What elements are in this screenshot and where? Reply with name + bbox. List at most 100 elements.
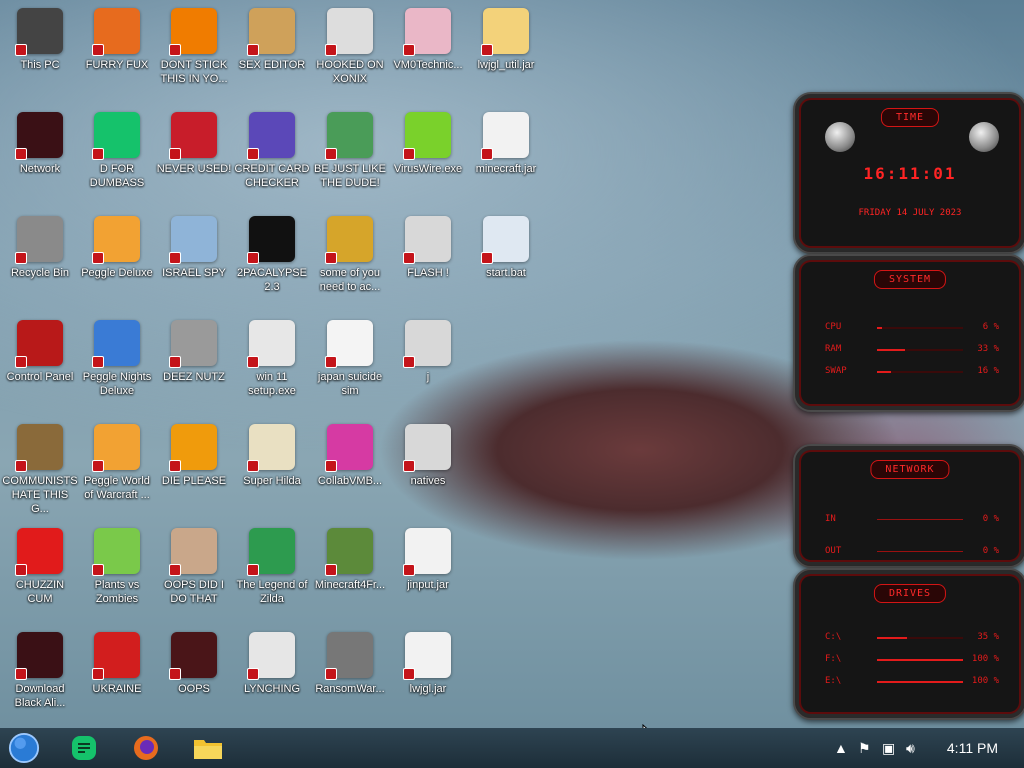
desktop-icon-label: ISRAEL SPY — [162, 267, 226, 279]
desktop-icon-label: Download Black Ali... — [14, 683, 66, 709]
traffic-graph-line — [877, 551, 963, 552]
taskbar-clock[interactable]: 4:11 PM — [947, 740, 998, 756]
app-icon — [247, 632, 295, 680]
start-button[interactable] — [8, 732, 40, 764]
desktop-icon[interactable]: SEX EDITOR — [234, 2, 310, 100]
gadget-row-label: SWAP — [825, 366, 847, 376]
desktop-icon[interactable]: Peggle World of Warcraft ... — [79, 418, 155, 516]
app-icon — [15, 424, 63, 472]
shortcut-arrow-icon — [247, 44, 259, 56]
desktop-icon[interactable]: win 11 setup.exe — [234, 314, 310, 412]
desktop-icon-label: Peggle Nights Deluxe — [82, 371, 152, 397]
desktop-icon[interactable]: j — [390, 314, 466, 412]
desktop-icon[interactable]: CHUZZIN CUM — [2, 522, 78, 620]
desktop-icon[interactable]: DEEZ NUTZ — [156, 314, 232, 412]
desktop-icon[interactable]: VM0Technic... — [390, 2, 466, 100]
firefox-icon — [134, 736, 158, 760]
flag-icon[interactable]: ⚑ — [858, 740, 871, 757]
gadget-row-label: RAM — [825, 344, 842, 354]
desktop-icon[interactable]: RansomWar... — [312, 626, 388, 724]
desktop-icon-label: FURRY FUX — [85, 59, 149, 71]
desktop-icon-label: Minecraft4Fr... — [314, 579, 386, 591]
shortcut-arrow-icon — [169, 252, 181, 264]
desktop-icon[interactable]: Plants vs Zombies — [79, 522, 155, 620]
app-icon — [15, 8, 63, 56]
desktop-icon[interactable]: japan suicide sim — [312, 314, 388, 412]
desktop-icon[interactable]: The Legend of Zilda — [234, 522, 310, 620]
app-icon — [403, 112, 451, 160]
network-status-icon[interactable]: ▣ — [882, 740, 895, 757]
app-icon — [481, 112, 529, 160]
desktop-icon[interactable]: CREDIT CARD CHECKER — [234, 106, 310, 204]
desktop-icon[interactable]: HOOKED ON XONIX — [312, 2, 388, 100]
shortcut-arrow-icon — [325, 668, 337, 680]
app-icon — [247, 320, 295, 368]
shortcut-arrow-icon — [92, 460, 104, 472]
desktop-icon[interactable]: CollabVMB... — [312, 418, 388, 516]
desktop-icon[interactable]: DIE PLEASE — [156, 418, 232, 516]
desktop-icon[interactable]: jinput.jar — [390, 522, 466, 620]
usage-bar — [877, 659, 963, 661]
desktop-icon[interactable]: FLASH ! — [390, 210, 466, 308]
desktop-icon[interactable]: UKRAINE — [79, 626, 155, 724]
shortcut-arrow-icon — [169, 668, 181, 680]
desktop-icon[interactable]: NEVER USED! — [156, 106, 232, 204]
shortcut-arrow-icon — [169, 44, 181, 56]
desktop-icon[interactable]: Network — [2, 106, 78, 204]
app-icon — [481, 216, 529, 264]
desktop-icon-label: HOOKED ON XONIX — [316, 59, 384, 85]
desktop-icon[interactable]: ISRAEL SPY — [156, 210, 232, 308]
desktop-icon[interactable]: Peggle Deluxe — [79, 210, 155, 308]
desktop-icon[interactable]: VirusWire.exe — [390, 106, 466, 204]
desktop-icon[interactable]: Download Black Ali... — [2, 626, 78, 724]
desktop-icon[interactable]: start.bat — [468, 210, 544, 308]
desktop-icon[interactable]: Minecraft4Fr... — [312, 522, 388, 620]
desktop-icon[interactable]: COMMUNISTS HATE THIS G... — [2, 418, 78, 516]
gadget-row-label: CPU — [825, 322, 842, 332]
show-hidden-icons-icon[interactable]: ▲ — [834, 740, 848, 756]
desktop-icon[interactable]: LYNCHING — [234, 626, 310, 724]
desktop-icon[interactable]: D FOR DUMBASS — [79, 106, 155, 204]
shortcut-arrow-icon — [403, 148, 415, 160]
desktop-icon-label: RansomWar... — [315, 683, 385, 695]
desktop-icon[interactable]: some of you need to ac... — [312, 210, 388, 308]
app-icon — [15, 528, 63, 576]
gadget-row-value: 6 % — [982, 322, 999, 332]
desktop-icon[interactable]: OOPS DID I DO THAT — [156, 522, 232, 620]
shortcut-arrow-icon — [247, 252, 259, 264]
shortcut-arrow-icon — [481, 44, 493, 56]
shortcut-arrow-icon — [15, 460, 27, 472]
desktop-icon[interactable]: minecraft.jar — [468, 106, 544, 204]
desktop-icon-label: CollabVMB... — [317, 475, 383, 487]
desktop-icon[interactable]: lwjgl_util.jar — [468, 2, 544, 100]
chat-app-icon — [72, 736, 96, 760]
app-icon — [169, 320, 217, 368]
gadget-row: RAM 33 % — [825, 344, 999, 356]
desktop-icon[interactable]: Control Panel — [2, 314, 78, 412]
shortcut-arrow-icon — [403, 252, 415, 264]
desktop-icon[interactable]: BE JUST LIKE THE DUDE! — [312, 106, 388, 204]
traffic-graph-line — [877, 519, 963, 520]
app-icon — [247, 112, 295, 160]
desktop-icon[interactable]: OOPS — [156, 626, 232, 724]
gadget-row-value: 16 % — [977, 366, 999, 376]
desktop-icon[interactable]: Recycle Bin — [2, 210, 78, 308]
taskbar-browser-button[interactable] — [130, 732, 162, 764]
desktop-icon[interactable]: natives — [390, 418, 466, 516]
app-icon — [247, 528, 295, 576]
desktop-icon[interactable]: This PC — [2, 2, 78, 100]
volume-icon[interactable]: 🔊︎ — [906, 740, 915, 757]
desktop-icon[interactable]: DONT STICK THIS IN YO... — [156, 2, 232, 100]
desktop-icon-label: j — [426, 371, 430, 383]
gadget-row: IN 0 % — [825, 514, 999, 526]
start-orb-icon — [8, 732, 40, 764]
desktop-icon-label: start.bat — [486, 267, 526, 279]
taskbar-app-button[interactable] — [68, 732, 100, 764]
gadget-row: C:\ 35 % — [825, 632, 999, 644]
desktop-icon[interactable]: Super Hilda — [234, 418, 310, 516]
taskbar-explorer-button[interactable] — [192, 732, 224, 764]
desktop-icon[interactable]: 2PACALYPSE 2.3 — [234, 210, 310, 308]
desktop-icon[interactable]: lwjgl.jar — [390, 626, 466, 724]
desktop-icon[interactable]: Peggle Nights Deluxe — [79, 314, 155, 412]
desktop-icon[interactable]: FURRY FUX — [79, 2, 155, 100]
